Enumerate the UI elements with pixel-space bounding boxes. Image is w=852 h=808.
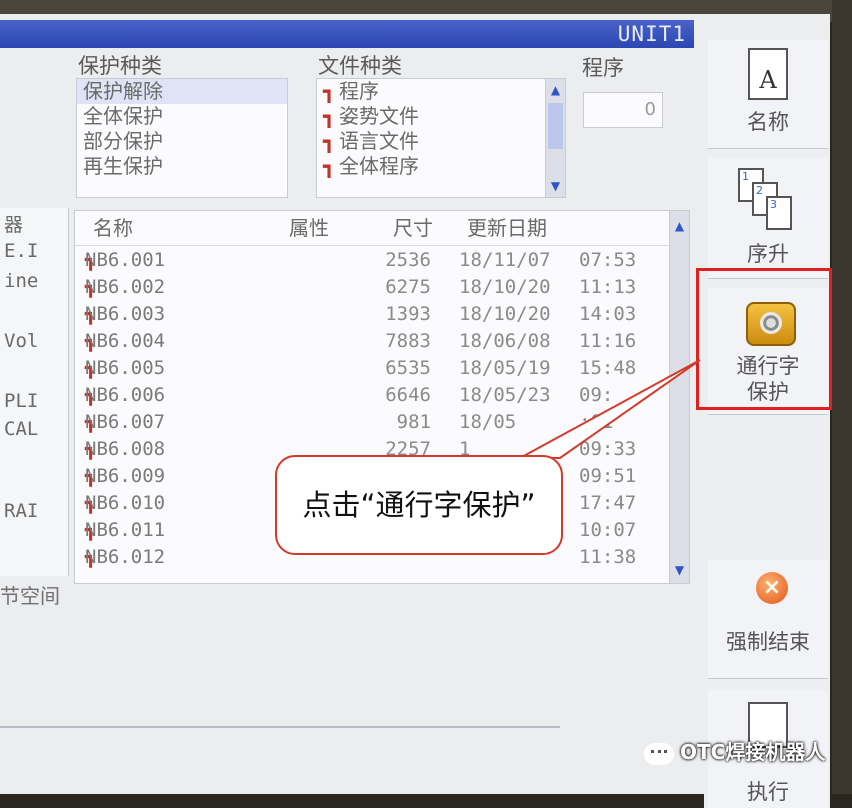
wechat-icon xyxy=(644,742,674,765)
watermark: OTC焊接机器人 xyxy=(644,736,825,765)
instruction-callout: 点击“通行字保护” xyxy=(275,455,563,555)
callout-pointer xyxy=(519,359,701,459)
